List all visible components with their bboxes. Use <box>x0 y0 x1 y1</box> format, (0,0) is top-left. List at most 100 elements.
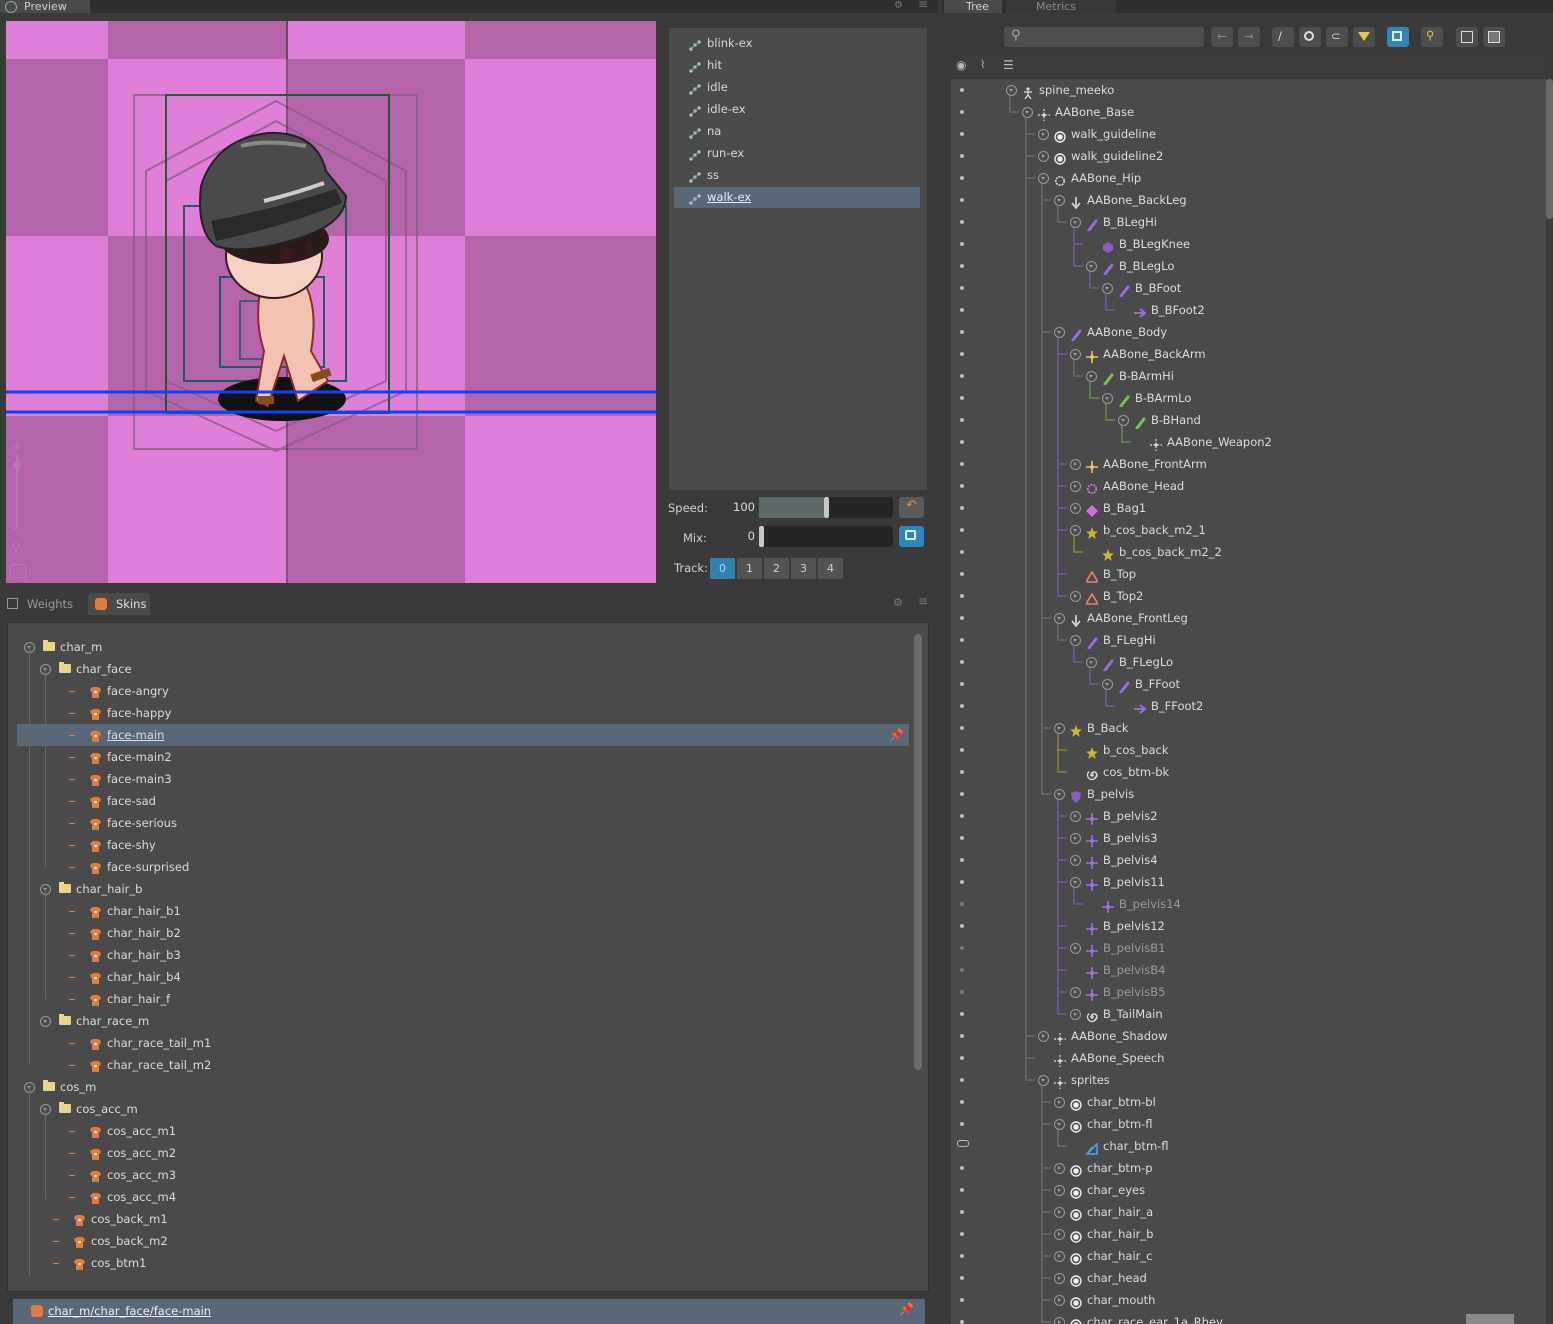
tree-node[interactable]: char_btm-bl <box>951 1091 1546 1113</box>
expand-toggle-icon[interactable] <box>1102 393 1113 404</box>
tree-node[interactable]: b_cos_back <box>951 739 1546 761</box>
visibility-dot[interactable] <box>960 1188 964 1192</box>
visibility-dot[interactable] <box>960 1034 964 1038</box>
expand-toggle-icon[interactable] <box>1054 613 1065 624</box>
skin-item[interactable]: face-main3 <box>17 768 909 790</box>
tree-node[interactable]: B_Bag1 <box>951 497 1546 519</box>
expand-toggle-icon[interactable] <box>1070 481 1081 492</box>
tree-node[interactable]: B_FLegLo <box>951 651 1546 673</box>
collapse-button[interactable] <box>1456 27 1478 47</box>
tree-scrollbar[interactable] <box>1546 79 1553 219</box>
skin-item[interactable]: cos_back_m1 <box>17 1208 909 1230</box>
visibility-column-icon[interactable]: ◉ <box>956 58 966 72</box>
expand-toggle-icon[interactable] <box>1070 217 1081 228</box>
visibility-dot[interactable] <box>960 638 964 642</box>
track-button-4[interactable]: 4 <box>817 557 844 580</box>
visibility-dot[interactable] <box>960 330 964 334</box>
expand-toggle-icon[interactable] <box>1070 877 1081 888</box>
animation-item[interactable]: blink-ex <box>674 33 920 54</box>
expand-toggle-icon[interactable] <box>1070 635 1081 646</box>
skins-pin-icon[interactable]: ⚙ <box>893 596 903 609</box>
skins-menu-icon[interactable]: ≡ <box>918 594 928 608</box>
tree-node[interactable]: AABone_FrontArm <box>951 453 1546 475</box>
skin-folder[interactable]: char_hair_b <box>17 878 909 900</box>
tree-node[interactable]: AABone_FrontLeg <box>951 607 1546 629</box>
preview-viewport[interactable]: + - ⚲ <box>6 21 656 583</box>
tree-node[interactable]: AABone_Base <box>951 101 1546 123</box>
visibility-dot[interactable] <box>960 968 964 972</box>
visibility-dot[interactable] <box>960 594 964 598</box>
animation-item[interactable]: run-ex <box>674 143 920 164</box>
skin-item[interactable]: face-main2 <box>17 746 909 768</box>
visibility-dot[interactable] <box>960 616 964 620</box>
visibility-dot[interactable] <box>960 858 964 862</box>
focus-button[interactable] <box>1387 27 1409 47</box>
skin-item[interactable]: char_hair_f <box>17 988 909 1010</box>
skin-item[interactable]: char_hair_b4 <box>17 966 909 988</box>
forward-button[interactable]: → <box>1238 27 1260 47</box>
visibility-dot[interactable] <box>960 1078 964 1082</box>
visibility-dot[interactable] <box>960 242 964 246</box>
expand-toggle-icon[interactable] <box>1054 327 1065 338</box>
tree-node[interactable]: walk_guideline <box>951 123 1546 145</box>
visibility-dot[interactable] <box>960 682 964 686</box>
tree-node[interactable]: B_BLegLo <box>951 255 1546 277</box>
expand-toggle-icon[interactable] <box>1070 1009 1081 1020</box>
mix-knob[interactable] <box>759 526 764 547</box>
hierarchy-column-icon[interactable]: ☰ <box>1003 58 1014 72</box>
tree-node[interactable]: B-BHand <box>951 409 1546 431</box>
visibility-dot[interactable] <box>960 946 964 950</box>
visibility-dot[interactable] <box>960 1166 964 1170</box>
tree-node[interactable]: char_btm-p <box>951 1157 1546 1179</box>
expand-toggle-icon[interactable] <box>1054 1251 1065 1262</box>
active-skin-pin-icon[interactable]: 📌 <box>899 1302 914 1316</box>
tree-node[interactable]: char_hair_a <box>951 1201 1546 1223</box>
tree-node[interactable]: B_pelvis11 <box>951 871 1546 893</box>
visibility-dot[interactable] <box>960 440 964 444</box>
skin-item[interactable]: char_hair_b3 <box>17 944 909 966</box>
visibility-dot[interactable] <box>960 792 964 796</box>
expand-toggle-icon[interactable] <box>1054 1229 1065 1240</box>
visibility-dot[interactable] <box>960 154 964 158</box>
tree-node[interactable]: B_pelvis14 <box>951 893 1546 915</box>
visibility-dot[interactable] <box>960 374 964 378</box>
tree-node[interactable]: AABone_Speech <box>951 1047 1546 1069</box>
skin-item[interactable]: face-angry <box>17 680 909 702</box>
skin-item[interactable]: char_race_tail_m2 <box>17 1054 909 1076</box>
fit-view-icon[interactable] <box>10 564 26 578</box>
animation-item[interactable]: ss <box>674 165 920 186</box>
filter-button[interactable] <box>1353 27 1375 47</box>
tree-node[interactable]: char_eyes <box>951 1179 1546 1201</box>
keys-column-icon[interactable]: ⌇ <box>980 58 985 71</box>
reverse-button[interactable]: ↶ <box>899 497 924 518</box>
visibility-dot[interactable] <box>960 1298 964 1302</box>
visibility-dot[interactable] <box>960 880 964 884</box>
tab-tree[interactable]: Tree <box>944 0 1002 13</box>
expand-toggle-icon[interactable] <box>1038 129 1049 140</box>
expand-toggle-icon[interactable] <box>1054 723 1065 734</box>
search-options-button[interactable]: ⚲ <box>1421 27 1443 47</box>
animation-item[interactable]: walk-ex <box>674 187 920 208</box>
back-button[interactable]: ← <box>1211 27 1233 47</box>
visibility-dot[interactable] <box>960 396 964 400</box>
expand-toggle-icon[interactable] <box>1070 459 1081 470</box>
visibility-dot[interactable] <box>960 506 964 510</box>
visibility-dot[interactable] <box>960 726 964 730</box>
visibility-dot[interactable] <box>960 1012 964 1016</box>
tree-node[interactable]: sprites <box>951 1069 1546 1091</box>
tree-node[interactable]: B_FLegHi <box>951 629 1546 651</box>
expand-toggle-icon[interactable] <box>1102 679 1113 690</box>
tree-node[interactable]: char_race_ear_1a_Rhey <box>951 1311 1546 1324</box>
tree-node[interactable]: B_Back <box>951 717 1546 739</box>
skin-item[interactable]: face-serious <box>17 812 909 834</box>
loop-button[interactable] <box>899 526 924 547</box>
skin-folder[interactable]: char_race_m <box>17 1010 909 1032</box>
expand-toggle-icon[interactable] <box>1070 525 1081 536</box>
tree-node[interactable]: B_FFoot2 <box>951 695 1546 717</box>
visibility-dot[interactable] <box>960 286 964 290</box>
skin-item[interactable]: char_hair_b2 <box>17 922 909 944</box>
visibility-dot[interactable] <box>960 660 964 664</box>
visibility-dot[interactable] <box>960 176 964 180</box>
expand-toggle-icon[interactable] <box>1038 173 1049 184</box>
skin-item[interactable]: face-sad <box>17 790 909 812</box>
